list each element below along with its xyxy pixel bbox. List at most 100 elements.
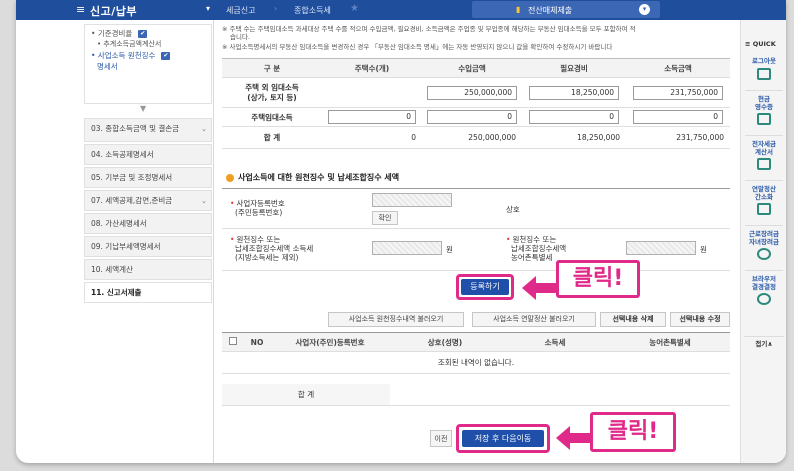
row-label: 합 계 [222,126,322,149]
confirm-button[interactable]: 확인 [372,211,398,225]
bullet-icon: ▮ [516,5,521,14]
gear-icon [757,293,771,305]
register-button[interactable]: 등록하기 [461,279,509,295]
quick-label: 현금 영수증 [755,95,773,111]
notice-text: ※ 사업소득명세서의 부동산 임대소득을 변경하신 경우 「부동산 임대소득 명… [222,43,732,52]
quick-panel: ≡ QUICK 로그아웃 현금 영수증 전자세금 계산서 연말정산 간소화 근로… [740,20,786,463]
notice-line: ※ 주택 수는 주택임대소득 과세대상 주택 수를 적으며 수입금액, 필요경비… [222,25,636,33]
column-header: 사업자(주민)등록번호 [270,332,390,352]
rental-income-table: 구 분 주택수(개) 수입금액 필요경비 소득금액 주택 외 임대소득 (상가,… [222,58,730,149]
submenu-item[interactable]: • 기준경비율 ✔ [91,28,205,39]
count-input[interactable]: 0 [328,110,416,124]
submenu-label: 기준경비율 [97,29,133,38]
quick-e-invoice[interactable]: 전자세금 계산서 [744,140,784,170]
save-next-button[interactable]: 저장 후 다음이동 [462,430,544,447]
quick-logout[interactable]: 로그아웃 [744,57,784,80]
chevron-down-icon[interactable]: ▾ [206,4,210,13]
column-header: 주택수(개) [322,58,422,78]
nav-label: 10. 세액계산 [91,265,133,274]
label-text: (지방소득세는 제외) [235,253,299,262]
income-tax-input[interactable] [372,241,442,255]
menu-title[interactable]: 신고/납부 [90,3,137,19]
arrow-icon [522,276,556,300]
quick-label: 로그아웃 [752,57,776,65]
quick-collapse-button[interactable]: 접기∧ [744,336,784,350]
quick-label: 전자세금 계산서 [752,140,776,156]
withholding-result-table: NO 사업자(주민)등록번호 상호(성명) 소득세 농어촌특별세 조회된 내역이… [222,332,730,406]
menu-icon[interactable]: ≡ [76,3,85,16]
bullet-icon [226,173,234,182]
document-icon [757,203,771,215]
label-text: (주민등록번호) [235,208,283,217]
total-expense: 18,250,000 [522,126,626,149]
revenue-input[interactable]: 250,000,000 [427,85,517,100]
sidebar-item-income[interactable]: 03. 종합소득금액 및 결손금 ⌄ [84,118,212,142]
column-header: 상호(성명) [390,332,500,352]
sidebar-item-prepaid[interactable]: 09. 기납부세액명세서 [84,236,212,257]
total-label: 합 계 [222,383,390,406]
quick-incentive[interactable]: 근로장려금 자녀장려금 [744,230,784,260]
biz-no-label: • 사업자등록번호 (주민등록번호) [230,199,285,217]
submenu-item[interactable]: 명세서 [91,61,205,72]
star-icon[interactable]: ★ [350,3,359,14]
scroll-down-icon[interactable]: ▼ [140,104,146,113]
sidebar-item-penalty[interactable]: 08. 가산세명세서 [84,213,212,234]
delete-selected-button[interactable]: 선택내용 삭제 [600,312,666,327]
check-icon: ✔ [138,30,148,38]
total-revenue: 250,000,000 [422,126,522,149]
submenu-item[interactable]: • 사업소득 원천징수 ✔ [91,50,205,61]
screen-frame: ≡ 신고/납부 ▾ 세금신고 › 종합소득세 ★ ▮ 전산매체제출 ▾ • 기준… [0,0,794,471]
select-all-checkbox[interactable] [229,337,237,345]
quick-yearend[interactable]: 연말정산 간소화 [744,185,784,215]
label-text: 납세조합징수세액 소득세 [235,244,314,253]
sidebar-item-donation[interactable]: 05. 기부금 및 조정명세서 [84,167,212,188]
divider [745,270,783,271]
quick-browser[interactable]: 브라우저 결경결정 [744,275,784,305]
table-row: 주택임대소득 0 0 0 0 [222,107,730,127]
column-header: 농어촌특별세 [610,332,730,352]
expense-input[interactable]: 0 [529,110,619,124]
label-text: 원천징수 또는 [236,235,281,244]
submenu-label: 명세서 [97,62,118,71]
section-title: 사업소득에 대한 원천징수 및 납세조합징수 세액 [226,172,399,183]
company-label: 상호 [506,205,520,214]
table-header-row: NO 사업자(주민)등록번호 상호(성명) 소득세 농어촌특별세 [222,332,730,352]
quick-title: ≡ QUICK [745,40,776,48]
divider [745,90,783,91]
sidebar-item-submit[interactable]: 11. 신고서제출 [84,282,212,303]
won-unit: 원 [446,245,453,254]
quick-label: 근로장려금 자녀장려금 [749,230,779,246]
chevron-down-icon: ⌄ [201,197,207,205]
empty-row: 조회된 내역이 없습니다. [222,351,730,374]
breadcrumb-income-tax[interactable]: 종합소득세 [294,5,331,16]
income-input[interactable]: 231,750,000 [633,85,723,100]
breadcrumb-tax-filing[interactable]: 세금신고 [226,5,255,16]
income-input[interactable]: 0 [633,110,723,124]
load-withholding-button[interactable]: 사업소득 원천징수내역 불러오기 [328,312,464,327]
prev-button[interactable]: 이전 [430,430,452,447]
sidebar-submenu: • 기준경비율 ✔ • 추계소득금액계산서 • 사업소득 원천징수 ✔ 명세서 [84,24,212,104]
sidebar-item-deduction[interactable]: 04. 소득공제명세서 [84,144,212,165]
divider [745,135,783,136]
biz-no-input[interactable] [372,193,452,207]
click-callout: 클릭! [556,260,640,298]
table-header-row: 구 분 주택수(개) 수입금액 필요경비 소득금액 [222,58,730,78]
load-yearend-button[interactable]: 사업소득 연말정산 불러오기 [472,312,596,327]
total-cell [390,383,500,406]
label-text: 농어촌특별세 [511,253,553,262]
column-header: 구 분 [222,58,322,78]
sidebar-item-calc[interactable]: 10. 세액계산 [84,259,212,280]
nav-label: 11. 신고서제출 [91,288,142,297]
quick-cash-receipt[interactable]: 현금 영수증 [744,95,784,125]
submenu-item[interactable]: • 추계소득금액계산서 [91,39,205,50]
expense-input[interactable]: 18,250,000 [529,85,619,100]
nav-label: 09. 기납부세액명세서 [91,242,161,251]
sidebar-item-credit[interactable]: 07. 세액공제,감면,준비금 ⌄ [84,190,212,211]
rural-tax-input[interactable] [626,241,696,255]
revenue-input[interactable]: 0 [427,110,517,124]
esubmit-dropdown[interactable]: ▮ 전산매체제출 ▾ [472,1,660,18]
app-window: ≡ 신고/납부 ▾ 세금신고 › 종합소득세 ★ ▮ 전산매체제출 ▾ • 기준… [16,0,786,463]
divider [745,180,783,181]
total-income: 231,750,000 [626,126,730,149]
edit-selected-button[interactable]: 선택내용 수정 [670,312,730,327]
